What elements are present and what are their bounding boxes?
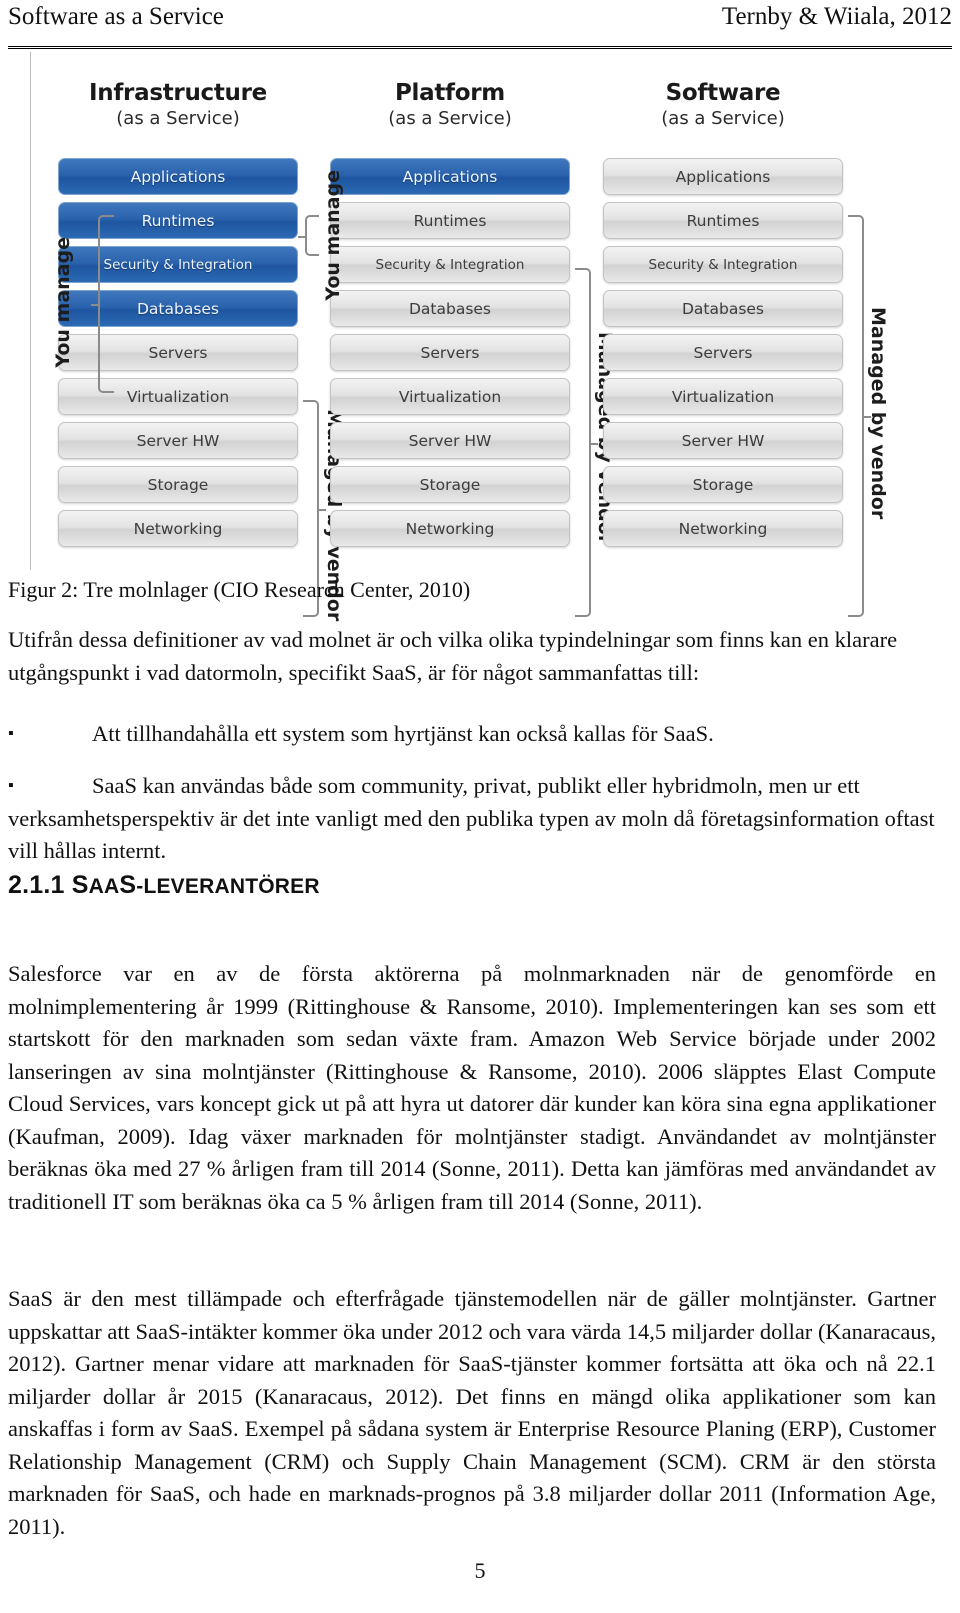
layer-stack-infrastructure: Applications Runtimes Security & Integra… bbox=[58, 158, 298, 554]
layer-networking: Networking bbox=[603, 510, 843, 547]
list-item: ▪ Att tillhandahålla ett system som hyrt… bbox=[8, 718, 936, 751]
layer-applications: Applications bbox=[58, 158, 298, 195]
layer-stack-software: Applications Runtimes Security & Integra… bbox=[603, 158, 843, 554]
header-authors-year: Ternby & Wiiala, 2012 bbox=[721, 3, 952, 30]
managed-by-vendor-label-software: Managed by vendor bbox=[867, 307, 889, 520]
column-software: Software (as a Service) Applications Run… bbox=[603, 52, 843, 547]
header-document-title: Software as a Service bbox=[8, 3, 224, 30]
body-paragraph-1: Salesforce var en av de första aktörerna… bbox=[8, 961, 936, 1214]
layer-storage: Storage bbox=[330, 466, 570, 503]
layer-virtualization: Virtualization bbox=[330, 378, 570, 415]
figure-cloud-layers: Infrastructure (as a Service) Applicatio… bbox=[0, 52, 960, 621]
bullet-marker-icon: ▪ bbox=[8, 725, 14, 742]
layer-server-hw: Server HW bbox=[330, 422, 570, 459]
you-manage-bracket-infrastructure bbox=[91, 215, 114, 393]
layer-storage: Storage bbox=[603, 466, 843, 503]
layer-security-integration: Security & Integration bbox=[58, 246, 298, 283]
column-title-software: Software bbox=[665, 80, 781, 106]
layer-security-integration: Security & Integration bbox=[603, 246, 843, 283]
column-platform: Platform (as a Service) Applications Run… bbox=[330, 52, 570, 547]
layer-servers: Servers bbox=[330, 334, 570, 371]
page-running-header: Software as a Service Ternby & Wiiala, 2… bbox=[8, 0, 952, 49]
section-number: 2.1.1 bbox=[8, 871, 65, 899]
bracket-nub-icon bbox=[91, 304, 100, 306]
layer-server-hw: Server HW bbox=[603, 422, 843, 459]
layer-databases: Databases bbox=[603, 290, 843, 327]
layer-databases: Databases bbox=[330, 290, 570, 327]
layer-storage: Storage bbox=[58, 466, 298, 503]
layer-servers: Servers bbox=[58, 334, 298, 371]
layer-databases: Databases bbox=[58, 290, 298, 327]
you-manage-label-infrastructure: You manage bbox=[52, 237, 74, 368]
layer-runtimes: Runtimes bbox=[603, 202, 843, 239]
list-item: ▪ SaaS kan användas både som community, … bbox=[8, 770, 936, 868]
heading-rest: -LEVERANTÖRER bbox=[136, 875, 320, 898]
page-number: 5 bbox=[474, 1558, 486, 1583]
column-title-infrastructure: Infrastructure bbox=[89, 80, 267, 106]
layer-runtimes: Runtimes bbox=[58, 202, 298, 239]
layer-virtualization: Virtualization bbox=[58, 378, 298, 415]
layer-virtualization: Virtualization bbox=[603, 378, 843, 415]
bullet-text: Att tillhandahålla ett system som hyrtjä… bbox=[92, 721, 714, 746]
heading-cap-second: S bbox=[119, 871, 137, 899]
body-paragraph-2: SaaS är den mest tillämpade och efterfrå… bbox=[8, 1286, 936, 1539]
column-subtitle-software: (as a Service) bbox=[661, 108, 785, 129]
heading-smallcaps: AA bbox=[88, 875, 120, 898]
layer-applications: Applications bbox=[603, 158, 843, 195]
bullet-marker-icon: ▪ bbox=[8, 777, 14, 794]
column-title-platform: Platform bbox=[395, 80, 505, 106]
layer-runtimes: Runtimes bbox=[330, 202, 570, 239]
layer-server-hw: Server HW bbox=[58, 422, 298, 459]
you-manage-label-platform: You manage bbox=[322, 170, 344, 301]
column-infrastructure: Infrastructure (as a Service) Applicatio… bbox=[58, 52, 298, 547]
managed-by-vendor-bracket-platform bbox=[575, 268, 598, 617]
layer-servers: Servers bbox=[603, 334, 843, 371]
layer-stack-platform: Applications Runtimes Security & Integra… bbox=[330, 158, 570, 554]
layer-networking: Networking bbox=[58, 510, 298, 547]
layer-networking: Networking bbox=[330, 510, 570, 547]
column-subtitle-infrastructure: (as a Service) bbox=[116, 108, 240, 129]
intro-paragraph: Utifrån dessa definitioner av vad molnet… bbox=[8, 627, 898, 685]
heading-cap-first: S bbox=[71, 871, 89, 899]
figure-caption: Figur 2: Tre molnlager (CIO Research Cen… bbox=[8, 577, 471, 602]
layer-applications: Applications bbox=[330, 158, 570, 195]
layer-security-integration: Security & Integration bbox=[330, 246, 570, 283]
section-heading: 2.1.1 SAAS-LEVERANTÖRER bbox=[8, 870, 320, 902]
bullet-text: SaaS kan användas både som community, pr… bbox=[8, 773, 935, 863]
column-subtitle-platform: (as a Service) bbox=[388, 108, 512, 129]
cloud-stack-diagram: Infrastructure (as a Service) Applicatio… bbox=[0, 52, 960, 621]
managed-by-vendor-bracket-software bbox=[848, 215, 871, 617]
bracket-nub-icon bbox=[298, 235, 307, 238]
you-manage-bracket-platform bbox=[298, 215, 319, 256]
